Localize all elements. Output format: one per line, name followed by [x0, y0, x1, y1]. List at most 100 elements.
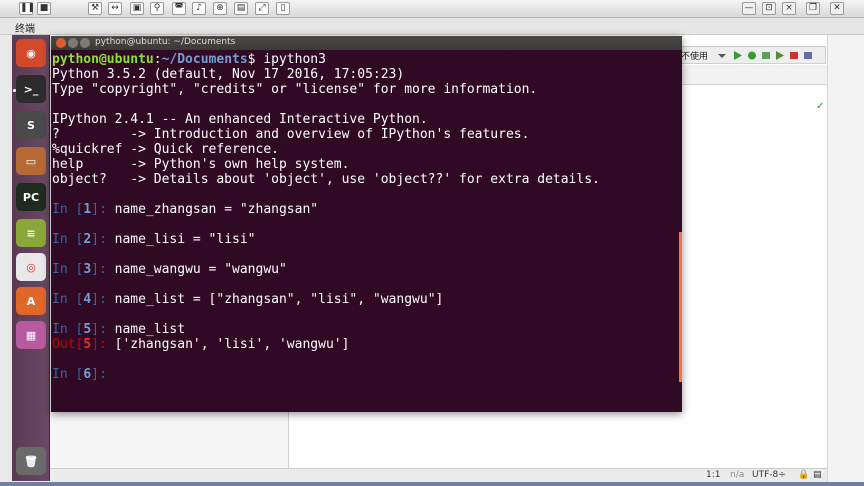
input-cell: In [3]: name_wangwu = "wangwu" — [52, 262, 682, 277]
audio-icon[interactable]: ♪ — [192, 2, 206, 15]
status-na: n/a — [730, 470, 745, 480]
terminal-titlebar[interactable]: python@ubuntu: ~/Documents — [51, 36, 682, 50]
launcher: ◉ >_ S ▭ PC ≡ ◎ A ▦ 🗑 — [12, 35, 50, 481]
resize-icon[interactable]: ↔ — [108, 2, 122, 15]
run-icon[interactable] — [733, 50, 743, 61]
in-prompt: In [4]: — [52, 292, 115, 307]
input-cell: In [5]: name_list — [52, 322, 682, 337]
cell-code: name_zhangsan = "zhangsan" — [114, 202, 319, 217]
terminal-window[interactable]: python@ubuntu: ~/Documents python@ubuntu… — [51, 36, 682, 412]
profile-icon[interactable] — [775, 50, 785, 61]
dropdown-icon[interactable] — [717, 50, 727, 61]
lock-icon[interactable]: 🔒 — [798, 470, 809, 480]
in-prompt: In [1]: — [52, 202, 115, 217]
host-taskbar-strip — [0, 482, 864, 486]
banner-line: object? -> Details about 'object', use '… — [52, 172, 600, 187]
software-center-icon[interactable]: A — [16, 287, 46, 315]
output-text: ['zhangsan', 'lisi', 'wangwu'] — [114, 337, 350, 352]
disk-icon[interactable]: ◚ — [172, 2, 186, 15]
top-panel: 终端 — [0, 18, 864, 35]
maximize-window-icon[interactable] — [80, 38, 90, 48]
workspace-icon[interactable]: ▦ — [16, 321, 46, 349]
debug-icon[interactable] — [747, 50, 757, 61]
window-copy-icon[interactable]: ❐ — [806, 2, 820, 15]
running-indicator — [13, 89, 16, 92]
sublime-text-icon[interactable]: S — [16, 111, 46, 139]
vm-toolbar: ❚❚ ■ ⚒ ↔ ▣ ⚲ ◚ ♪ ⊕ ▤ ⤢ ▯ — ⊡ × ❐ ✕ — [0, 0, 864, 18]
shared-folder-icon[interactable]: ⊕ — [213, 2, 227, 15]
ide-statusbar: 1:1 n/a UTF-8÷ 🔒 ▤ — [50, 468, 827, 482]
minimize-icon[interactable]: — — [742, 2, 756, 15]
minimize-window-icon[interactable] — [68, 38, 78, 48]
status-widget-icon[interactable]: ▤ — [813, 470, 822, 480]
stop-run-icon[interactable] — [789, 50, 799, 61]
banner-line: Type "copyright", "credits" or "license"… — [52, 82, 538, 97]
input-cell-current[interactable]: In [6]: — [52, 367, 682, 382]
prompt-user: python@ubuntu — [52, 52, 154, 67]
inspection-ok-icon: ✓ — [816, 101, 825, 112]
banner-line: IPython 2.4.1 -- An enhanced Interactive… — [52, 112, 428, 127]
stop-icon[interactable]: ■ — [37, 2, 51, 15]
chrome-icon[interactable]: ◎ — [16, 253, 46, 281]
cell-code: name_list — [114, 322, 186, 337]
in-prompt: In [6]: — [52, 367, 115, 382]
prompt-path: ~/Documents — [161, 52, 248, 67]
terminal-icon[interactable]: >_ — [16, 75, 46, 103]
banner-line: ? -> Introduction and overview of IPytho… — [52, 127, 530, 142]
snapshot-icon[interactable]: ▣ — [130, 2, 144, 15]
input-cell: In [4]: name_list = ["zhangsan", "lisi",… — [52, 292, 682, 307]
status-position[interactable]: 1:1 — [706, 470, 720, 480]
shell-prompt-line: python@ubuntu:~/Documents$ ipython3 — [52, 52, 682, 67]
restore-icon[interactable]: ⊡ — [762, 2, 776, 15]
top-panel-title: 终端 — [15, 24, 35, 35]
terminal-scrollbar[interactable] — [679, 232, 682, 382]
in-prompt: In [2]: — [52, 232, 115, 247]
ide-toolbar: 不使用 — [680, 46, 826, 64]
in-prompt: In [3]: — [52, 262, 115, 277]
save-icon[interactable]: ▤ — [234, 2, 248, 15]
vm-close-icon[interactable]: ✕ — [830, 2, 844, 15]
coverage-icon[interactable] — [761, 50, 771, 61]
banner-line: Python 3.5.2 (default, Nov 17 2016, 17:0… — [52, 67, 405, 82]
terminal-body[interactable]: python@ubuntu:~/Documents$ ipython3 Pyth… — [51, 50, 682, 412]
in-prompt: In [5]: — [52, 322, 115, 337]
fullscreen-icon[interactable]: ⤢ — [255, 2, 269, 15]
prompt-sep: : — [153, 52, 162, 67]
usb-icon[interactable]: ⚲ — [150, 2, 164, 15]
trash-icon[interactable]: 🗑 — [16, 447, 46, 475]
banner-line: %quickref -> Quick reference. — [52, 142, 279, 157]
input-cell: In [2]: name_lisi = "lisi" — [52, 232, 682, 247]
cell-code: name_wangwu = "wangwu" — [114, 262, 287, 277]
ide-tabs — [680, 65, 827, 85]
shell-command: ipython3 — [263, 52, 326, 67]
out-prompt: Out[5]: — [52, 337, 115, 352]
ide-divider — [288, 411, 289, 468]
prompt-end: $ — [247, 52, 264, 67]
close-window-icon[interactable] — [56, 38, 66, 48]
pycharm-icon[interactable]: PC — [16, 183, 46, 211]
ubuntu-dash-icon[interactable]: ◉ — [16, 39, 46, 67]
clipboard-icon[interactable]: ▯ — [276, 2, 290, 15]
pause-icon[interactable]: ❚❚ — [19, 2, 35, 15]
stack-icon[interactable]: ≡ — [16, 219, 46, 247]
files-icon[interactable]: ▭ — [16, 147, 46, 175]
ide-scroll-area — [827, 35, 864, 482]
run-config-select[interactable]: 不使用 — [681, 49, 708, 62]
close-icon[interactable]: × — [782, 2, 796, 15]
cell-code: name_lisi = "lisi" — [114, 232, 256, 247]
cell-code: name_list = ["zhangsan", "lisi", "wangwu… — [114, 292, 444, 307]
status-encoding[interactable]: UTF-8÷ — [752, 470, 786, 480]
banner-line: help -> Python's own help system. — [52, 157, 350, 172]
terminal-title: python@ubuntu: ~/Documents — [95, 37, 236, 47]
settings-icon[interactable]: ⚒ — [88, 2, 102, 15]
output-cell: Out[5]: ['zhangsan', 'lisi', 'wangwu'] — [52, 337, 682, 352]
project-structure-icon[interactable] — [803, 50, 813, 61]
ide-tool-panel — [50, 411, 288, 468]
